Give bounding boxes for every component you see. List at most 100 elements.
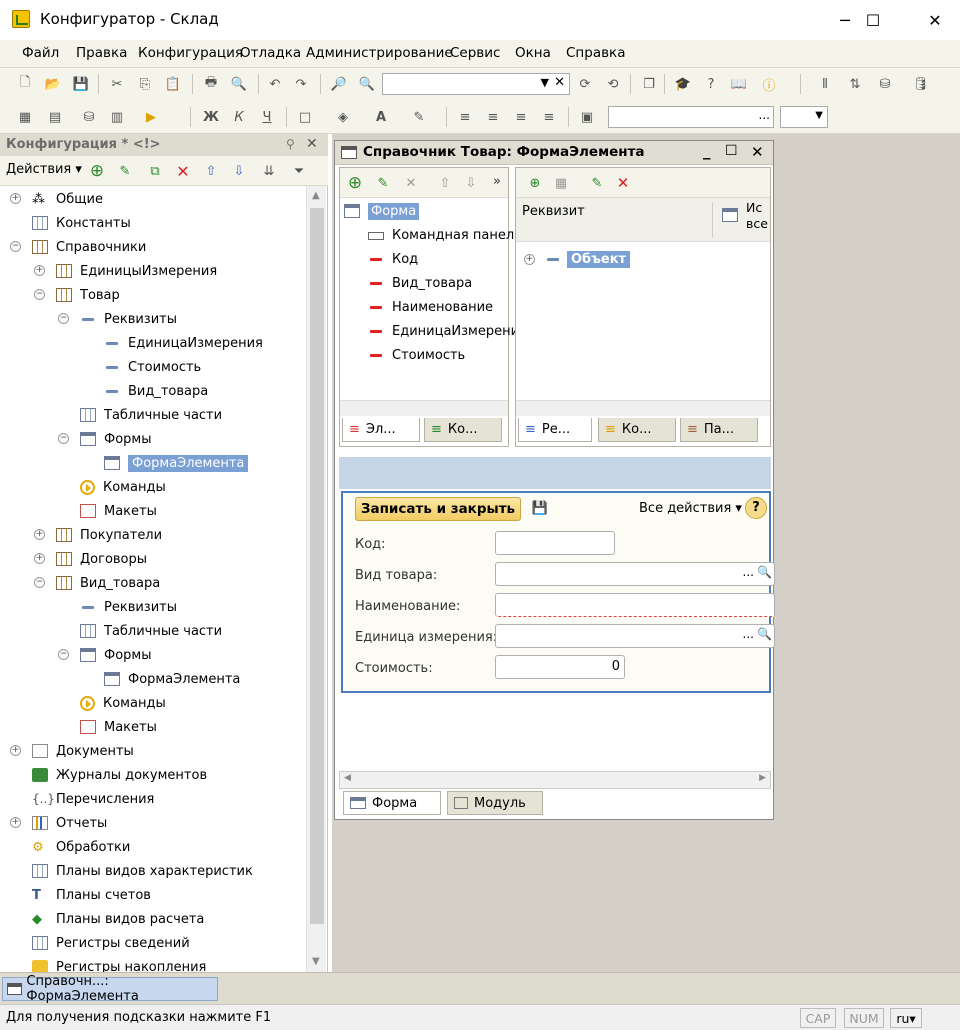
tree-item-form-element-selected[interactable]: ФормаЭлемента	[0, 452, 249, 474]
border-icon[interactable]: □	[296, 108, 314, 126]
more-icon[interactable]: »	[488, 172, 506, 190]
delete-element-icon[interactable]: ✕	[402, 174, 420, 192]
tree-item-processing[interactable]: ⚙ Обработки	[0, 836, 130, 858]
tab-elements[interactable]: ≡ Эл...	[342, 418, 420, 442]
calculator-icon[interactable]: ▦	[16, 108, 34, 126]
pin-icon[interactable]: ⚲	[286, 137, 295, 151]
elements-hscroll[interactable]	[340, 400, 508, 416]
table-icon[interactable]: ▥	[108, 108, 126, 126]
delete-icon[interactable]: ✕	[174, 162, 192, 181]
tree-item-units[interactable]: + ЕдиницыИзмерения	[0, 260, 217, 282]
tree-item-journals[interactable]: Журналы документов	[0, 764, 207, 786]
align-left-icon[interactable]: ≡	[456, 108, 474, 126]
add-element-icon[interactable]: ⊕	[346, 173, 364, 193]
element-form[interactable]: Форма	[344, 200, 420, 222]
menu-configuration[interactable]: Конфигурация	[138, 45, 243, 61]
search-icon[interactable]: 🔍	[358, 75, 376, 93]
form-minimize-icon[interactable]: _	[703, 142, 711, 160]
hscroll-right-icon[interactable]: ▶	[759, 773, 766, 783]
highlight-icon[interactable]: ✎	[410, 108, 428, 126]
menu-help[interactable]: Справка	[566, 45, 625, 61]
save-preview-icon[interactable]: 💾	[531, 499, 549, 517]
menu-file[interactable]: Файл	[22, 45, 59, 61]
info-icon[interactable]: ⓘ	[760, 75, 778, 94]
syntax-helper-icon[interactable]: ?	[702, 75, 720, 93]
all-actions-menu[interactable]: Все действия ▾	[639, 501, 742, 516]
tree-item-calc-types[interactable]: ◆ Планы видов расчета	[0, 908, 204, 930]
code-field[interactable]	[495, 531, 615, 555]
underline-icon[interactable]: Ч	[258, 108, 276, 126]
element-name[interactable]: Наименование	[368, 296, 493, 318]
taskbar-item-form[interactable]: Справочн...: ФормаЭлемента	[2, 974, 218, 1004]
tab-form[interactable]: Форма	[343, 791, 441, 815]
scroll-down-icon[interactable]: ▼	[312, 956, 320, 967]
windows-icon[interactable]: ❐	[640, 75, 658, 93]
search-prev-icon[interactable]: ⟲	[604, 75, 622, 93]
size-combo[interactable]: ▼	[780, 106, 828, 128]
add-attribute-icon[interactable]: ⊕	[526, 174, 544, 192]
undo-icon[interactable]: ↶	[266, 75, 284, 93]
form-close-icon[interactable]: ✕	[751, 143, 764, 161]
bold-icon[interactable]: Ж	[202, 108, 220, 126]
cut-icon[interactable]: ✂	[108, 75, 126, 93]
tree-item-accounts[interactable]: Т Планы счетов	[0, 884, 151, 906]
element-command-panel[interactable]: Командная панель	[368, 224, 522, 246]
tree-item-accum-registers[interactable]: Регистры накопления	[0, 956, 206, 972]
edit-icon[interactable]: ✎	[116, 162, 134, 180]
search-combo[interactable]: ▼ ✕	[382, 73, 570, 95]
save-icon[interactable]: 💾	[72, 75, 90, 93]
print-icon[interactable]: 🖶	[202, 75, 220, 93]
tab-attributes[interactable]: ≡ Ре...	[518, 418, 592, 442]
unit-search-icon[interactable]: 🔍	[757, 627, 772, 641]
hscroll-left-icon[interactable]: ◀	[344, 773, 351, 783]
redo-icon[interactable]: ↷	[292, 75, 310, 93]
name-field[interactable]	[495, 593, 775, 617]
form-maximize-icon[interactable]: ☐	[725, 143, 738, 159]
cost-field[interactable]: 0	[495, 655, 625, 679]
element-up-icon[interactable]: ⇧	[436, 174, 454, 192]
tree-item-attributes[interactable]: − Реквизиты	[0, 308, 177, 330]
tree-item-kind-commands[interactable]: Команды	[0, 692, 166, 714]
move-up-icon[interactable]: ⇧	[202, 162, 220, 180]
close-button[interactable]: ✕	[912, 0, 958, 40]
tree-item-attr-unit[interactable]: ЕдиницаИзмерения	[0, 332, 263, 354]
tree-item-templates[interactable]: Макеты	[0, 500, 157, 522]
preview-icon[interactable]: 🔍	[230, 75, 248, 93]
copy-icon[interactable]: ⎘	[136, 75, 154, 93]
tab-commands-left[interactable]: ≡ Ко...	[424, 418, 502, 442]
element-code[interactable]: Код	[368, 248, 418, 270]
tree-item-kind-tabular[interactable]: Табличные части	[0, 620, 222, 642]
tree-item-kind-attributes[interactable]: Реквизиты	[0, 596, 177, 618]
menu-windows[interactable]: Окна	[515, 45, 551, 61]
tree-item-catalogs[interactable]: − Справочники	[0, 236, 146, 258]
edit-element-icon[interactable]: ✎	[374, 174, 392, 192]
kind-search-icon[interactable]: 🔍	[757, 565, 772, 579]
delete-attribute-icon[interactable]: ✕	[614, 174, 632, 192]
open-icon[interactable]: 📂	[44, 75, 62, 93]
menu-debug[interactable]: Отладка	[240, 45, 301, 61]
save-and-close-button[interactable]: Записать и закрыть	[355, 497, 521, 521]
tab-parameters[interactable]: ≡ Па...	[680, 418, 758, 442]
paste-icon[interactable]: 📋	[164, 75, 182, 93]
menu-edit[interactable]: Правка	[76, 45, 127, 61]
new-icon[interactable]: 🗋	[16, 75, 34, 93]
move-down-icon[interactable]: ⇩	[230, 162, 248, 180]
compare-icon[interactable]: ⫴	[816, 75, 834, 93]
wizard-icon[interactable]: 🎓	[674, 75, 692, 93]
tree-item-reports[interactable]: + Отчеты	[0, 812, 107, 834]
tab-commands-right[interactable]: ≡ Ко...	[598, 418, 676, 442]
tree-item-enums[interactable]: {..} Перечисления	[0, 788, 154, 810]
db-config-icon[interactable]: ⛁	[80, 108, 98, 126]
tree-item-forms[interactable]: − Формы	[0, 428, 151, 450]
edit-attribute-icon[interactable]: ✎	[588, 174, 606, 192]
tree-item-kind[interactable]: − Вид_товара	[0, 572, 160, 594]
tab-module[interactable]: Модуль	[447, 791, 543, 815]
clear-search-icon[interactable]: ✕	[554, 75, 565, 90]
preview-hscroll[interactable]: ◀ ▶	[339, 771, 771, 789]
tree-item-documents[interactable]: + Документы	[0, 740, 134, 762]
element-kind[interactable]: Вид_товара	[368, 272, 472, 294]
tree-item-common[interactable]: + ⁂ Общие	[0, 188, 103, 210]
help-icon[interactable]: ?	[745, 497, 767, 519]
align-center-icon[interactable]: ≡	[484, 108, 502, 126]
search-next-icon[interactable]: ⟳	[576, 75, 594, 93]
